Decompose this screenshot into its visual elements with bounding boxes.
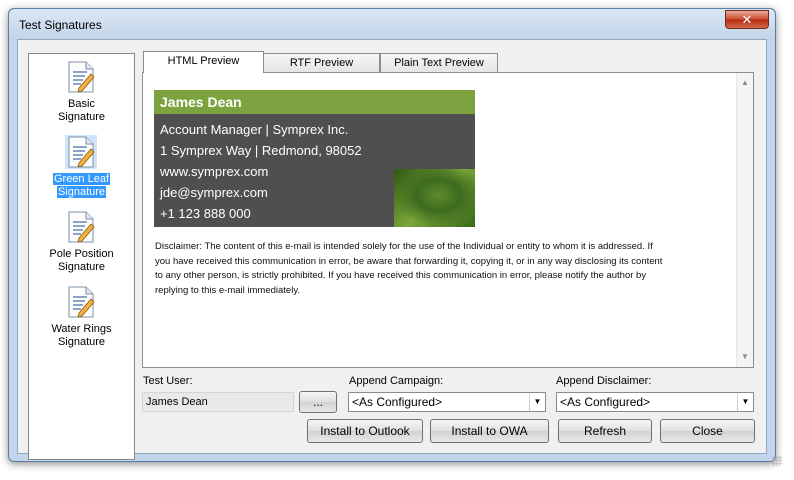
tab-html-preview[interactable]: HTML Preview xyxy=(143,51,264,73)
append-disclaimer-label: Append Disclaimer: xyxy=(556,375,652,387)
signature-website-line: www.symprex.com xyxy=(160,164,269,179)
title-bar[interactable]: Test Signatures ✕ xyxy=(9,9,775,39)
signature-item-label: Water Rings Signature xyxy=(51,323,112,348)
signature-phone-line: +1 123 888 000 xyxy=(160,206,251,221)
signature-email-line: jde@symprex.com xyxy=(160,185,268,200)
signature-title-line: Account Manager | Symprex Inc. xyxy=(160,122,349,137)
signature-item-pole-position[interactable]: Pole Position Signature xyxy=(29,210,134,282)
append-campaign-label: Append Campaign: xyxy=(349,375,444,387)
append-disclaimer-value: <As Configured> xyxy=(560,395,651,409)
resize-grip-icon[interactable] xyxy=(772,456,782,466)
signature-item-water-rings[interactable]: Water Rings Signature xyxy=(29,285,134,357)
document-pen-icon xyxy=(65,135,97,169)
append-campaign-value: <As Configured> xyxy=(352,395,443,409)
test-user-label: Test User: xyxy=(143,375,193,387)
install-to-owa-button[interactable]: Install to OWA xyxy=(430,419,549,443)
document-pen-icon xyxy=(68,61,95,93)
refresh-button[interactable]: Refresh xyxy=(558,419,652,443)
preview-scrollbar[interactable]: ▲ ▼ xyxy=(736,73,753,367)
append-campaign-dropdown[interactable]: <As Configured> ▼ xyxy=(348,392,546,412)
test-user-field[interactable]: James Dean xyxy=(142,392,294,412)
signature-address-line: 1 Symprex Way | Redmond, 98052 xyxy=(160,143,362,158)
signature-name: James Dean xyxy=(154,90,475,114)
signature-preview-pane[interactable]: James Dean Account Manager | Symprex Inc… xyxy=(142,72,754,368)
chevron-down-icon[interactable]: ▼ xyxy=(737,393,753,411)
disclaimer-text: Disclaimer: The content of this e-mail i… xyxy=(155,241,663,296)
window-close-button[interactable]: ✕ xyxy=(725,10,769,29)
install-to-outlook-button[interactable]: Install to Outlook xyxy=(307,419,423,443)
document-pen-icon xyxy=(68,286,95,318)
close-button[interactable]: Close xyxy=(660,419,755,443)
window-title: Test Signatures xyxy=(19,18,102,32)
signature-item-green-leaf[interactable]: Green Leaf Signature xyxy=(29,135,134,207)
tab-plain-text-preview[interactable]: Plain Text Preview xyxy=(380,53,498,73)
document-pen-icon xyxy=(68,211,95,243)
signature-item-label: Pole Position Signature xyxy=(49,248,114,273)
scroll-down-arrow-icon[interactable]: ▼ xyxy=(737,349,753,365)
scroll-up-arrow-icon[interactable]: ▲ xyxy=(737,75,753,91)
append-disclaimer-dropdown[interactable]: <As Configured> ▼ xyxy=(556,392,754,412)
signature-card: James Dean Account Manager | Symprex Inc… xyxy=(154,90,475,227)
signature-item-label: Basic Signature xyxy=(57,98,106,123)
signature-item-basic[interactable]: Basic Signature xyxy=(29,60,134,132)
browse-user-button[interactable]: ... xyxy=(299,391,337,413)
signature-item-label: Green Leaf Signature xyxy=(52,173,111,198)
chevron-down-icon[interactable]: ▼ xyxy=(529,393,545,411)
tab-rtf-preview[interactable]: RTF Preview xyxy=(263,53,380,73)
green-leaf-image xyxy=(394,169,475,227)
signature-list[interactable]: Basic Signature Green Leaf Signature Pol… xyxy=(28,53,135,460)
